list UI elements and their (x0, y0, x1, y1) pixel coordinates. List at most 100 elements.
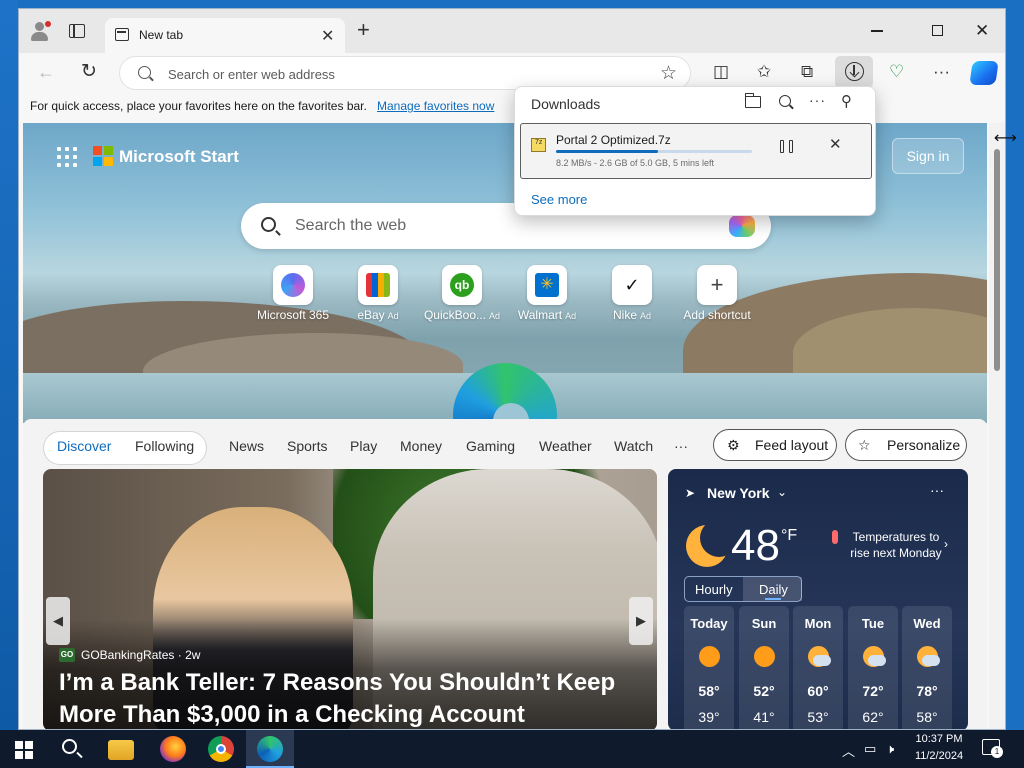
desktop-icon[interactable] (2, 350, 16, 366)
open-folder-icon[interactable] (744, 93, 761, 108)
nav-gaming[interactable]: Gaming (466, 438, 515, 454)
nav-more[interactable]: ··· (674, 438, 688, 454)
settings-more-icon[interactable]: ··· (933, 62, 950, 82)
more-options-icon[interactable]: ··· (930, 482, 944, 498)
web-search-input[interactable] (295, 215, 695, 237)
search-downloads-icon[interactable] (779, 95, 791, 107)
clock-date[interactable]: 11/2/2024 (904, 750, 974, 762)
taskbar-search-icon[interactable] (62, 739, 77, 754)
nav-play[interactable]: Play (350, 438, 377, 454)
address-bar[interactable]: ☆ (119, 56, 691, 90)
copilot-icon[interactable] (729, 215, 755, 237)
carousel-next-button[interactable]: ▶ (629, 597, 653, 645)
more-options-icon[interactable]: ··· (809, 92, 826, 108)
split-screen-icon[interactable]: ◫ (713, 62, 729, 82)
clock-time[interactable]: 10:37 PM (904, 733, 974, 745)
manage-favorites-link[interactable]: Manage favorites now (377, 99, 494, 113)
tab-discover[interactable]: Discover (57, 438, 111, 454)
new-tab-button[interactable]: + (357, 19, 370, 41)
nav-sports[interactable]: Sports (287, 438, 327, 454)
story-source[interactable]: GOBankingRates · 2w (81, 648, 200, 662)
tab-following[interactable]: Following (135, 438, 194, 454)
weather-card[interactable]: ➤ New York ⌄ ··· 48 °F Temperatures to r… (668, 469, 968, 729)
minimize-button[interactable] (871, 30, 883, 32)
pause-download-button[interactable] (779, 138, 797, 156)
temperature-unit[interactable]: °F (781, 527, 797, 545)
day-high: 78° (916, 683, 938, 699)
download-item[interactable]: Portal 2 Optimized.7z 8.2 MB/s - 2.6 GB … (520, 123, 872, 179)
refresh-button[interactable]: ↻ (81, 60, 97, 83)
back-button[interactable]: ← (37, 62, 55, 83)
close-tab-icon[interactable]: ✕ (321, 26, 334, 46)
sign-in-button[interactable]: Sign in (892, 138, 964, 174)
favorites-icon[interactable]: ✩ (757, 62, 771, 82)
forecast-day[interactable]: Today 58° 39° (684, 606, 734, 729)
forecast-day[interactable]: Wed 78° 58° (902, 606, 952, 729)
story-card[interactable]: ◀ ▶ GO GOBankingRates · 2w I’m a Bank Te… (43, 469, 657, 729)
file-explorer-icon[interactable] (108, 740, 134, 760)
feed-layout-button[interactable]: ⚙ Feed layout (713, 429, 837, 461)
scrollbar-thumb[interactable] (994, 149, 1000, 371)
desktop-icon[interactable] (2, 550, 16, 566)
carousel-prev-button[interactable]: ◀ (46, 597, 70, 645)
shortcut-tile: qb (442, 265, 482, 305)
shortcut-microsoft-365[interactable]: Microsoft 365 (251, 265, 335, 329)
story-headline[interactable]: I’m a Bank Teller: 7 Reasons You Shouldn… (59, 667, 639, 729)
shortcut-ebay[interactable]: eBay Ad (336, 265, 420, 329)
download-file-name[interactable]: Portal 2 Optimized.7z (556, 133, 671, 147)
forecast-day[interactable]: Tue 72° 62° (848, 606, 898, 729)
desktop-icon[interactable] (2, 250, 16, 266)
forecast-day[interactable]: Mon 60° 53° (793, 606, 843, 729)
copilot-icon[interactable] (969, 61, 999, 85)
downloads-button[interactable] (835, 56, 873, 88)
notification-center-icon[interactable]: 1 (982, 739, 1003, 758)
nav-money[interactable]: Money (400, 438, 442, 454)
network-icon[interactable]: ▭ (864, 741, 876, 757)
volume-muted-icon[interactable]: 🕨 (886, 741, 894, 757)
shortcut-add[interactable]: + Add shortcut (675, 265, 759, 329)
show-hidden-icons-chevron[interactable]: ︿ (842, 741, 855, 760)
maximize-button[interactable] (932, 25, 943, 36)
nav-news[interactable]: News (229, 438, 264, 454)
daily-indicator (765, 598, 781, 600)
chevron-right-icon[interactable]: › (944, 537, 948, 551)
day-name: Today (690, 616, 728, 631)
collections-icon[interactable]: ⧉ (801, 62, 813, 82)
shortcut-nike[interactable]: ✓ Nike Ad (590, 265, 674, 329)
shortcut-quickbooks[interactable]: qb QuickBoo... Ad (420, 265, 504, 329)
day-high: 52° (753, 683, 775, 699)
nav-weather[interactable]: Weather (539, 438, 592, 454)
weather-alert[interactable]: Temperatures to rise next Monday (844, 529, 948, 561)
shortcut-label: Microsoft 365 (245, 308, 341, 322)
sunny-icon (699, 646, 720, 667)
daily-toggle[interactable]: Daily (759, 582, 788, 597)
edge-taskbar-active[interactable] (246, 730, 294, 768)
see-more-link[interactable]: See more (531, 192, 587, 207)
address-input[interactable] (168, 64, 628, 84)
tab-new-tab[interactable]: New tab ✕ (105, 18, 345, 53)
chevron-down-icon[interactable]: ⌄ (777, 485, 787, 499)
desktop-background (0, 0, 18, 730)
add-favorite-icon[interactable]: ☆ (660, 62, 677, 85)
firefox-icon[interactable] (160, 736, 186, 762)
profile-button[interactable] (29, 21, 51, 43)
hourly-toggle[interactable]: Hourly (695, 582, 733, 597)
desktop-icon[interactable] (2, 150, 16, 166)
browser-essentials-icon[interactable]: ♡ (889, 62, 904, 82)
start-button[interactable] (15, 741, 33, 759)
shortcut-label: Add shortcut (669, 308, 765, 322)
apps-launcher-icon[interactable] (57, 147, 77, 167)
close-window-button[interactable]: ✕ (975, 21, 989, 41)
forecast-day[interactable]: Sun 52° 41° (739, 606, 789, 729)
page-scrollbar[interactable] (989, 123, 1005, 729)
tab-actions-icon[interactable] (69, 24, 85, 38)
shortcut-walmart[interactable]: ✳ Walmart Ad (505, 265, 589, 329)
pin-icon[interactable]: ⚲ (841, 92, 852, 110)
personalize-button[interactable]: ☆ Personalize (845, 429, 967, 461)
notification-dot (45, 21, 51, 27)
weather-location[interactable]: New York (707, 485, 770, 501)
cancel-download-button[interactable]: ✕ (829, 135, 842, 153)
chrome-icon[interactable] (208, 736, 234, 762)
nav-watch[interactable]: Watch (614, 438, 653, 454)
desktop-icon[interactable] (2, 450, 16, 466)
